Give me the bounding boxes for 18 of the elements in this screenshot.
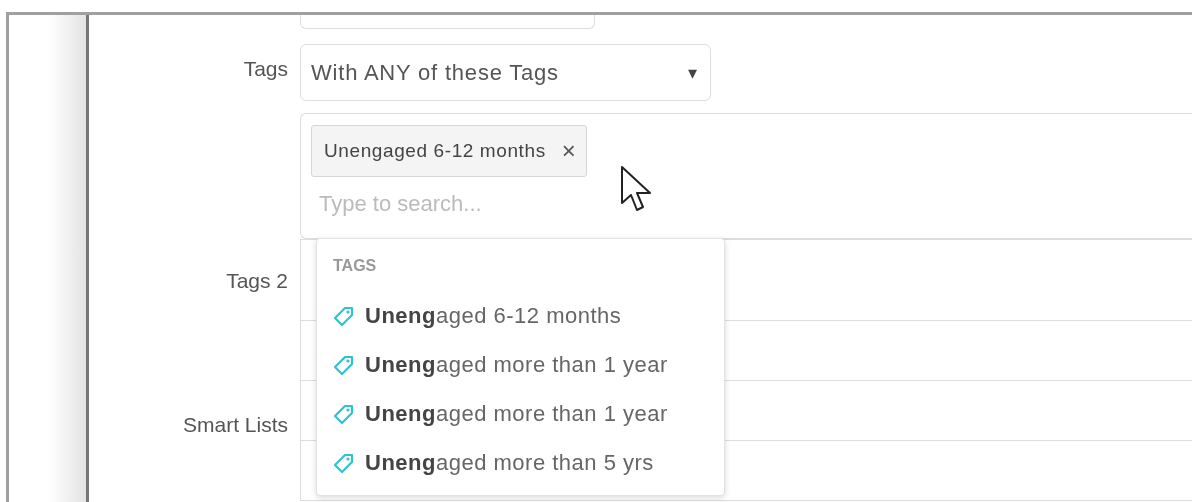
menu-item[interactable]: Unengaged more than 1 year [333,389,708,438]
close-icon[interactable]: × [561,137,577,165]
menu-item[interactable]: Unengaged more than 1 year [333,340,708,389]
field-label: Tags 2 [226,269,288,292]
field-label: Smart Lists [182,413,288,436]
tag-icon [333,304,355,327]
field-label: Tags [243,57,288,80]
caret-icon: ▾ [688,61,698,84]
tag-icon [333,353,355,376]
tag-chip-label: Unengaged 6-12 months [324,140,546,162]
tag-input-field[interactable]: Unengaged 6-12 months × Type to search... [300,113,1192,239]
tag-icon [333,402,355,425]
tags-select[interactable]: With ANY of these Tags ▾ [300,44,711,101]
menu-item[interactable]: Unengaged more than 5 yrs [333,438,708,487]
input-field[interactable] [300,15,595,29]
tag-icon [333,451,355,474]
menu-item[interactable]: Unengaged 6-12 months [333,291,708,340]
menu-header: TAGS [333,257,378,275]
